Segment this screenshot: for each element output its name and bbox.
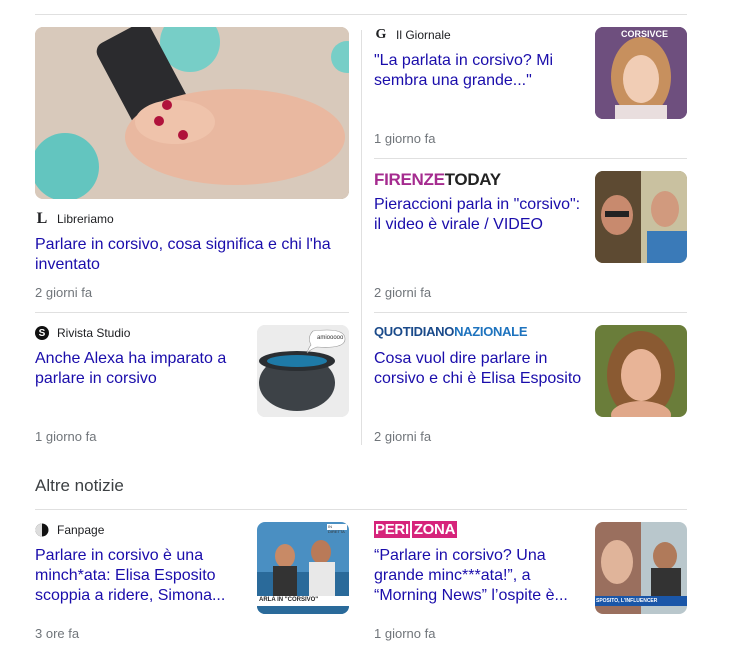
article-source: S Rivista Studio xyxy=(35,325,130,341)
article-thumbnail[interactable]: amiooooo xyxy=(257,325,349,417)
libreriamo-logo-icon: L xyxy=(36,210,48,227)
article-source: G Il Giornale xyxy=(374,27,451,43)
source-name: Rivista Studio xyxy=(57,326,131,340)
logo-part-2: TODAY xyxy=(444,170,501,189)
divider xyxy=(374,158,687,159)
article-card-libreriamo[interactable]: L Libreriamo Parlare in corsivo, cosa si… xyxy=(35,27,349,307)
logo-part-1: PERI xyxy=(374,521,410,538)
source-name: Libreriamo xyxy=(57,212,114,226)
divider xyxy=(374,312,687,313)
source-name: Il Giornale xyxy=(396,28,451,42)
article-card-fanpage[interactable]: Fanpage Parlare in corsivo è una minch*a… xyxy=(35,522,349,642)
article-title[interactable]: “Parlare in corsivo? Una grande minc***a… xyxy=(374,546,584,606)
article-title[interactable]: Parlare in corsivo è una minch*ata: Elis… xyxy=(35,546,240,606)
article-card-firenzetoday[interactable]: FIRENZETODAY Pieraccioni parla in "corsi… xyxy=(374,171,687,301)
article-source: L Libreriamo xyxy=(35,210,114,227)
source-name: Fanpage xyxy=(57,523,105,537)
article-time: 2 giorni fa xyxy=(374,285,432,300)
ilgiornale-logo-icon: G xyxy=(375,27,387,42)
article-thumbnail[interactable] xyxy=(595,325,687,417)
article-thumbnail[interactable]: IN DIRETTA ARLA IN "CORSIVO" xyxy=(257,522,349,614)
section-title-more-news: Altre notizie xyxy=(35,476,124,495)
article-thumbnail[interactable]: CORSIVCE xyxy=(595,27,687,119)
article-time: 1 giorno fa xyxy=(35,429,97,444)
logo-part-1: QUOTIDIANO xyxy=(374,324,455,339)
firenzetoday-logo: FIRENZETODAY xyxy=(374,171,501,189)
qn-logo: QUOTIDIANONAZIONALE xyxy=(374,324,528,339)
article-time: 2 giorni fa xyxy=(35,285,93,300)
article-time: 2 giorni fa xyxy=(374,429,432,444)
thumbnail-caption: ARLA IN "CORSIVO" xyxy=(259,597,319,603)
article-time: 1 giorno fa xyxy=(374,626,436,641)
logo-part-2: NAZIONALE xyxy=(454,324,528,339)
article-time: 1 giorno fa xyxy=(374,131,436,146)
thumbnail-caption: CORSIVCE xyxy=(621,29,669,39)
article-card-rivistastudio[interactable]: S Rivista Studio Anche Alexa ha imparato… xyxy=(35,325,349,445)
rivistastudio-logo-icon: S xyxy=(35,326,49,340)
article-card-quotidianonazionale[interactable]: QUOTIDIANONAZIONALE Cosa vuol dire parla… xyxy=(374,325,687,445)
article-thumbnail[interactable]: SPOSITO, L'INFLUENCER xyxy=(595,522,687,614)
article-time: 3 ore fa xyxy=(35,626,80,641)
logo-part-2: ZONA xyxy=(409,521,458,538)
article-thumbnail[interactable] xyxy=(595,171,687,263)
article-title[interactable]: Cosa vuol dire parlare in corsivo e chi … xyxy=(374,349,584,389)
article-card-ilgiornale[interactable]: G Il Giornale "La parlata in corsivo? Mi… xyxy=(374,27,687,147)
article-title[interactable]: Parlare in corsivo, cosa significa e chi… xyxy=(35,235,349,275)
article-title[interactable]: "La parlata in corsivo? Mi sembra una gr… xyxy=(374,51,574,91)
logo-part-1: FIRENZE xyxy=(374,170,445,189)
article-title[interactable]: Pieraccioni parla in "corsivo": il video… xyxy=(374,195,584,235)
thumbnail-caption: SPOSITO, L'INFLUENCER xyxy=(596,598,658,604)
article-source: Fanpage xyxy=(35,522,104,538)
article-title[interactable]: Anche Alexa ha imparato a parlare in cor… xyxy=(35,349,240,389)
perizona-logo: PERI ZONA xyxy=(374,521,458,538)
fanpage-logo-icon xyxy=(35,523,49,537)
thumbnail-label-top: IN DIRETTA xyxy=(328,524,345,534)
top-divider xyxy=(35,14,687,15)
column-divider xyxy=(361,30,362,445)
article-card-perizona[interactable]: PERI ZONA “Parlare in corsivo? Una grande… xyxy=(374,521,687,642)
divider xyxy=(35,312,349,313)
thumbnail-caption: amiooooo xyxy=(317,335,344,341)
article-thumbnail[interactable] xyxy=(35,27,349,199)
section-divider xyxy=(35,509,687,510)
